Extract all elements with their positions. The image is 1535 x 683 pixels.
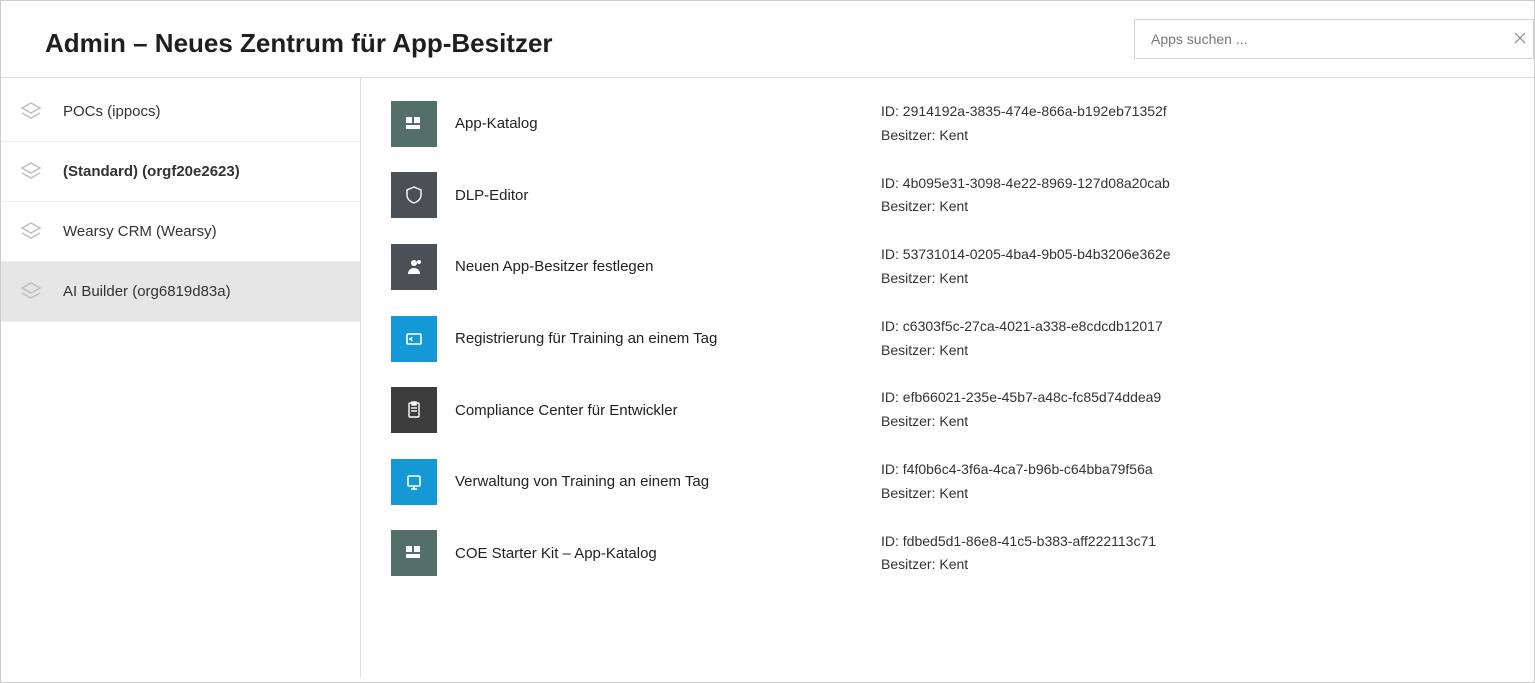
app-row[interactable]: COE Starter Kit – App-Katalog ID: fdbed5d…: [391, 518, 1534, 590]
app-id: ID: 53731014-0205-4ba4-9b05-b4b3206e362e: [881, 243, 1171, 267]
app-left: App-Katalog: [391, 101, 881, 147]
app-meta: ID: c6303f5c-27ca-4021-a338-e8cdcdb12017…: [881, 315, 1163, 363]
sidebar-item-env[interactable]: (Standard) (orgf20e2623): [1, 142, 360, 202]
sidebar-item-env[interactable]: AI Builder (org6819d83a): [1, 262, 360, 322]
sidebar: POCs (ippocs) (Standard) (orgf20e2623) Wea…: [1, 78, 361, 677]
app-meta: ID: 53731014-0205-4ba4-9b05-b4b3206e362e…: [881, 243, 1171, 291]
sidebar-item-label: AI Builder (org6819d83a): [63, 283, 231, 300]
app-owner: Besitzer: Kent: [881, 339, 1163, 363]
app-left: Verwaltung von Training an einem Tag: [391, 459, 881, 505]
search-input[interactable]: [1134, 19, 1534, 59]
app-name: App-Katalog: [455, 115, 538, 132]
app-owner: Besitzer: Kent: [881, 124, 1167, 148]
app-owner: Besitzer: Kent: [881, 410, 1161, 434]
app-id: ID: f4f0b6c4-3f6a-4ca7-b96b-c64bba79f56a: [881, 458, 1153, 482]
header: Admin – Neues Zentrum für App-Besitzer: [1, 1, 1534, 78]
app-left: DLP-Editor: [391, 172, 881, 218]
app-tile-icon: [391, 172, 437, 218]
layers-icon: [19, 100, 43, 124]
app-owner: Besitzer: Kent: [881, 482, 1153, 506]
app-row[interactable]: Verwaltung von Training an einem Tag ID: …: [391, 446, 1534, 518]
app-id: ID: c6303f5c-27ca-4021-a338-e8cdcdb12017: [881, 315, 1163, 339]
app-tile-icon: [391, 459, 437, 505]
app-meta: ID: efb66021-235e-45b7-a48c-fc85d74ddea9…: [881, 386, 1161, 434]
app-left: Neuen App-Besitzer festlegen: [391, 244, 881, 290]
app-tile-icon: [391, 387, 437, 433]
app-tile-icon: [391, 244, 437, 290]
app-row[interactable]: App-Katalog ID: 2914192a-3835-474e-866a-b…: [391, 88, 1534, 160]
app-name: Registrierung für Training an einem Tag: [455, 330, 717, 347]
app-tile-icon: [391, 101, 437, 147]
layers-icon: [19, 280, 43, 304]
app-name: Compliance Center für Entwickler: [455, 402, 678, 419]
app-owner: Besitzer: Kent: [881, 195, 1170, 219]
app-name: COE Starter Kit – App-Katalog: [455, 545, 657, 562]
body: POCs (ippocs) (Standard) (orgf20e2623) Wea…: [1, 78, 1534, 677]
app-meta: ID: 2914192a-3835-474e-866a-b192eb71352f…: [881, 100, 1167, 148]
sidebar-item-label: POCs (ippocs): [63, 103, 161, 120]
page-title: Admin – Neues Zentrum für App-Besitzer: [45, 28, 553, 59]
app-tile-icon: [391, 530, 437, 576]
app-row[interactable]: Registrierung für Training an einem Tag I…: [391, 303, 1534, 375]
layers-icon: [19, 220, 43, 244]
app-row[interactable]: Neuen App-Besitzer festlegen ID: 53731014…: [391, 231, 1534, 303]
app-left: Registrierung für Training an einem Tag: [391, 316, 881, 362]
app-name: DLP-Editor: [455, 187, 528, 204]
sidebar-item-env[interactable]: Wearsy CRM (Wearsy): [1, 202, 360, 262]
layers-icon: [19, 160, 43, 184]
app-owner: Besitzer: Kent: [881, 267, 1171, 291]
app-row[interactable]: Compliance Center für Entwickler ID: efb6…: [391, 374, 1534, 446]
app-meta: ID: f4f0b6c4-3f6a-4ca7-b96b-c64bba79f56a…: [881, 458, 1153, 506]
app-owner: Besitzer: Kent: [881, 553, 1156, 577]
app-list: App-Katalog ID: 2914192a-3835-474e-866a-b…: [361, 78, 1534, 677]
app-row[interactable]: DLP-Editor ID: 4b095e31-3098-4e22-8969-12…: [391, 160, 1534, 232]
app-id: ID: 4b095e31-3098-4e22-8969-127d08a20cab: [881, 172, 1170, 196]
sidebar-item-label: (Standard) (orgf20e2623): [63, 163, 240, 180]
close-icon[interactable]: [1514, 31, 1526, 47]
app-id: ID: 2914192a-3835-474e-866a-b192eb71352f: [881, 100, 1167, 124]
app-left: Compliance Center für Entwickler: [391, 387, 881, 433]
app-id: ID: efb66021-235e-45b7-a48c-fc85d74ddea9: [881, 386, 1161, 410]
app-name: Neuen App-Besitzer festlegen: [455, 258, 653, 275]
sidebar-item-label: Wearsy CRM (Wearsy): [63, 223, 217, 240]
sidebar-item-env[interactable]: POCs (ippocs): [1, 82, 360, 142]
app-meta: ID: fdbed5d1-86e8-41c5-b383-aff222113c71…: [881, 530, 1156, 578]
search-wrap: [1134, 19, 1534, 59]
app-tile-icon: [391, 316, 437, 362]
app-name: Verwaltung von Training an einem Tag: [455, 473, 709, 490]
app-meta: ID: 4b095e31-3098-4e22-8969-127d08a20cab…: [881, 172, 1170, 220]
app-left: COE Starter Kit – App-Katalog: [391, 530, 881, 576]
app-id: ID: fdbed5d1-86e8-41c5-b383-aff222113c71: [881, 530, 1156, 554]
